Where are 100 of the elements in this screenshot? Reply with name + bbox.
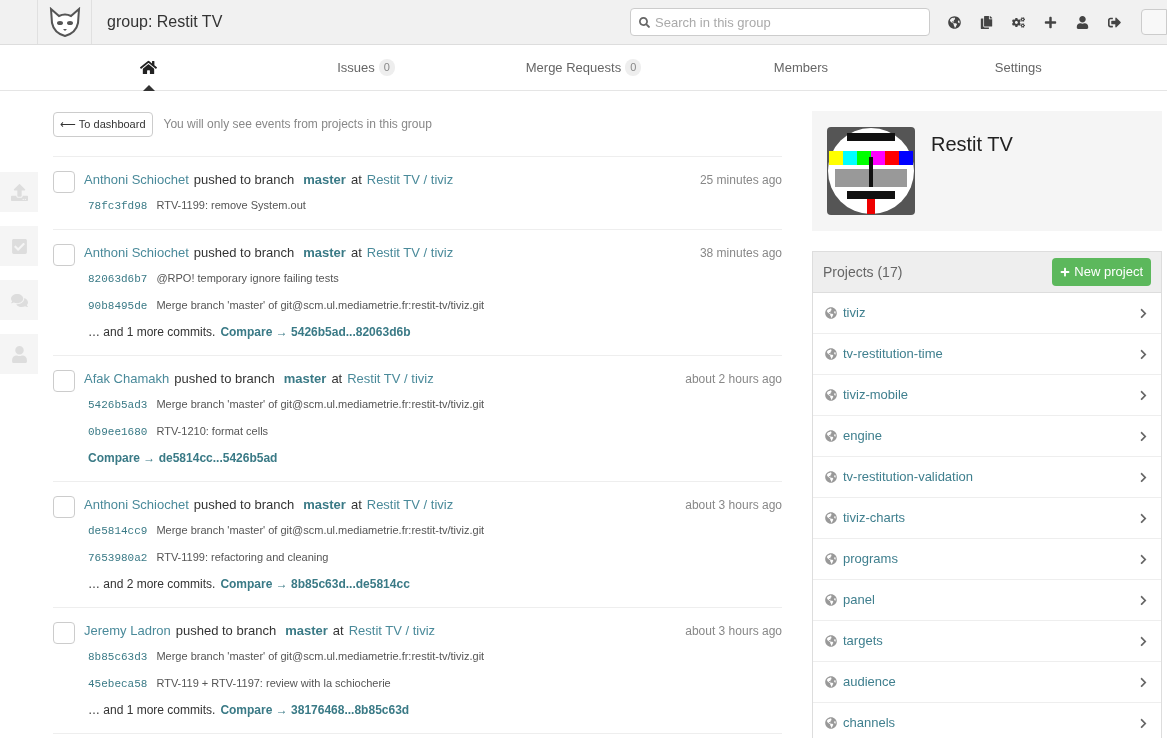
project-link[interactable]: Restit TV / tiviz xyxy=(348,621,436,640)
group-name: Restit TV xyxy=(931,132,1013,157)
projects-title: Projects (17) xyxy=(823,262,903,282)
nav-tab[interactable]: Merge Requests 0 xyxy=(474,44,693,91)
commit-sha-link[interactable]: 5426b5ad3 xyxy=(88,396,148,414)
branch-link[interactable]: master xyxy=(285,621,328,640)
settings-icon[interactable] xyxy=(1012,15,1025,29)
avatar-placeholder xyxy=(53,243,75,266)
more-commits-text: … and 1 more commits. xyxy=(88,323,216,341)
commit-message: RTV-119 + RTV-1197: review with la schiocherie xyxy=(156,675,391,691)
commit-sha-link[interactable]: 45ebeca58 xyxy=(88,675,148,693)
count-badge: 0 xyxy=(378,59,395,76)
checkbox-icon[interactable] xyxy=(10,237,28,255)
group-title: group: Restit TV xyxy=(107,12,223,32)
project-item[interactable]: tiviz-mobile xyxy=(813,375,1161,416)
project-link[interactable]: Restit TV / tiviz xyxy=(366,243,454,262)
globe-icon xyxy=(825,307,837,319)
event-time: 25 minutes ago xyxy=(699,171,782,189)
commit-sha-link[interactable]: 0b9ee1680 xyxy=(88,423,148,441)
copy-icon[interactable] xyxy=(980,15,993,29)
author-link[interactable]: Afak Chamakh xyxy=(84,369,170,388)
event-preposition: at xyxy=(350,243,362,262)
project-item[interactable]: tiviz-charts xyxy=(813,498,1161,539)
project-item[interactable]: engine xyxy=(813,416,1161,457)
active-tab-pointer xyxy=(142,84,155,91)
sign-out-icon[interactable] xyxy=(1108,15,1121,29)
compare-link[interactable]: Compare → 38176468...8b85c63d xyxy=(220,701,410,719)
compare-link[interactable]: Compare → de5814cc...5426b5ad xyxy=(88,449,278,467)
commit-sha-link[interactable]: 7653980a2 xyxy=(88,549,148,567)
chevron-right-icon xyxy=(1138,307,1149,319)
author-link[interactable]: Jeremy Ladron xyxy=(84,621,171,640)
more-commits-text: … and 2 more commits. xyxy=(88,575,216,593)
event-time: 38 minutes ago xyxy=(699,244,782,262)
avatar-placeholder xyxy=(53,170,75,193)
cat-logo-icon[interactable] xyxy=(47,7,82,37)
more-commits-text: … and 1 more commits. xyxy=(88,701,216,719)
nav-tab[interactable]: Issues 0 xyxy=(257,44,475,91)
new-project-button[interactable]: New project xyxy=(1052,258,1151,286)
event-action: pushed to branch xyxy=(193,170,295,189)
commit-message: RTV-1199: refactoring and cleaning xyxy=(156,549,329,565)
author-link[interactable]: Anthoni Schiochet xyxy=(84,495,189,514)
project-item[interactable]: programs xyxy=(813,539,1161,580)
avatar-placeholder xyxy=(53,369,75,392)
project-item[interactable]: tiviz xyxy=(813,293,1161,334)
event-action: pushed to branch xyxy=(193,495,295,514)
event-time: about 3 hours ago xyxy=(685,496,782,514)
nav-tab[interactable]: Members xyxy=(692,44,910,91)
plus-icon[interactable] xyxy=(1044,15,1057,29)
globe-icon xyxy=(825,676,837,688)
author-link[interactable]: Anthoni Schiochet xyxy=(84,243,189,262)
project-link[interactable]: Restit TV / tiviz xyxy=(366,495,454,514)
globe-icon xyxy=(825,717,837,729)
globe-icon[interactable] xyxy=(948,15,961,29)
compare-link[interactable]: Compare → 8b85c63d...de5814cc xyxy=(220,575,410,593)
branch-link[interactable]: master xyxy=(303,243,346,262)
search-field[interactable]: Search in this group xyxy=(630,8,930,36)
chevron-right-icon xyxy=(1138,553,1149,565)
project-item[interactable]: panel xyxy=(813,580,1161,621)
globe-icon xyxy=(825,471,837,483)
nav-tab[interactable]: Settings xyxy=(909,44,1128,91)
chevron-right-icon xyxy=(1138,471,1149,483)
commit-sha-link[interactable]: 82063d6b7 xyxy=(88,270,148,288)
commit-message: Merge branch 'master' of git@scm.ul.mediametrie.fr:restit-tv/tiviz.git xyxy=(156,522,485,538)
event-action: pushed to branch xyxy=(175,621,277,640)
branch-link[interactable]: master xyxy=(303,495,346,514)
event-action: pushed to branch xyxy=(174,369,275,388)
commit-message: Merge branch 'master' of git@scm.ul.mediametrie.fr:restit-tv/tiviz.git xyxy=(156,648,485,664)
search-icon xyxy=(639,17,650,28)
chevron-right-icon xyxy=(1138,512,1149,524)
event-time: about 3 hours ago xyxy=(685,622,782,640)
project-link[interactable]: Restit TV / tiviz xyxy=(347,369,434,388)
commit-sha-link[interactable]: 78fc3fd98 xyxy=(88,197,148,215)
commit-sha-link[interactable]: de5814cc9 xyxy=(88,522,148,540)
project-link[interactable]: Restit TV / tiviz xyxy=(366,170,454,189)
chevron-right-icon xyxy=(1138,348,1149,360)
branch-link[interactable]: master xyxy=(303,170,346,189)
branch-link[interactable]: master xyxy=(283,369,327,388)
count-badge: 0 xyxy=(625,59,642,76)
project-item[interactable]: audience xyxy=(813,662,1161,703)
globe-icon xyxy=(825,389,837,401)
event-preposition: at xyxy=(350,495,362,514)
project-item[interactable]: tv-restitution-validation xyxy=(813,457,1161,498)
dashboard-button[interactable]: ⟵ To dashboard xyxy=(53,112,153,137)
globe-icon xyxy=(825,553,837,565)
author-link[interactable]: Anthoni Schiochet xyxy=(84,170,189,189)
chevron-right-icon xyxy=(1138,389,1149,401)
project-item[interactable]: channels xyxy=(813,703,1161,738)
user-icon[interactable] xyxy=(1076,15,1089,29)
chevron-right-icon xyxy=(1138,717,1149,729)
commit-sha-link[interactable]: 8b85c63d3 xyxy=(88,648,148,666)
group-events-hint: You will only see events from projects in this group xyxy=(163,116,432,134)
project-item[interactable]: tv-restitution-time xyxy=(813,334,1161,375)
home-icon xyxy=(140,59,158,76)
commit-sha-link[interactable]: 90b8495de xyxy=(88,297,148,315)
avatar-placeholder xyxy=(53,621,75,644)
compare-link[interactable]: Compare → 5426b5ad...82063d6b xyxy=(220,323,411,341)
avatar-placeholder xyxy=(53,495,75,518)
globe-icon xyxy=(825,348,837,360)
project-item[interactable]: targets xyxy=(813,621,1161,662)
commit-message: RTV-1210: format cells xyxy=(156,423,269,439)
